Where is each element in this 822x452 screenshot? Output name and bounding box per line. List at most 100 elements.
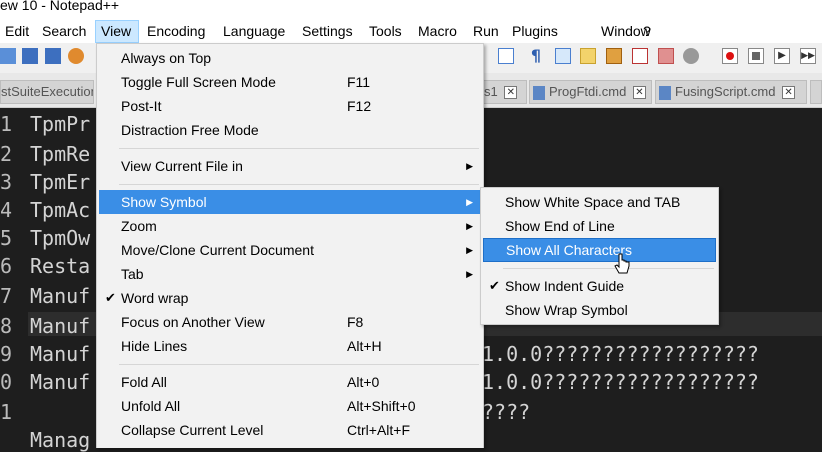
tab-label: stSuiteExecution bbox=[1, 84, 94, 99]
line-number: 7 bbox=[0, 284, 13, 308]
new-file-icon[interactable] bbox=[0, 48, 16, 64]
stop-macro-icon[interactable] bbox=[748, 48, 764, 64]
menu-item-show-indent-guide[interactable]: ✔ Show Indent Guide bbox=[483, 274, 716, 298]
code-line: TpmPr bbox=[30, 112, 91, 136]
close-icon[interactable]: ✕ bbox=[504, 86, 518, 100]
checkmark-icon: ✔ bbox=[489, 278, 500, 293]
menu-item-view-current-file-in[interactable]: View Current File in ▶ bbox=[99, 154, 481, 178]
file-icon bbox=[533, 85, 545, 100]
indent-guide-icon[interactable] bbox=[555, 48, 571, 64]
line-number: 0 bbox=[0, 370, 13, 394]
word-wrap-icon[interactable] bbox=[498, 48, 514, 64]
tab-label: ProgFtdi.cmd bbox=[549, 84, 627, 99]
menu-help[interactable]: ? bbox=[638, 20, 656, 43]
close-icon[interactable]: ✕ bbox=[782, 86, 796, 100]
open-folder-icon[interactable] bbox=[658, 48, 674, 64]
menu-item-label: Word wrap bbox=[121, 290, 189, 306]
tab-overflow[interactable] bbox=[810, 80, 822, 104]
monitoring-icon[interactable] bbox=[683, 48, 699, 64]
code-line-tail: ???? bbox=[482, 400, 531, 424]
menu-search[interactable]: Search bbox=[37, 20, 91, 43]
menu-item-show-symbol[interactable]: Show Symbol ▶ bbox=[99, 190, 481, 214]
menu-item-label: Collapse Current Level bbox=[121, 422, 264, 438]
run-macro-multiple-icon[interactable]: ▶▶ bbox=[800, 48, 816, 64]
menu-item-focus-other-view[interactable]: Focus on Another View F8 bbox=[99, 310, 481, 334]
menu-item-label: Zoom bbox=[121, 218, 157, 234]
menu-separator bbox=[119, 364, 479, 365]
menu-item-label: Hide Lines bbox=[121, 338, 188, 354]
code-line: TpmOw bbox=[30, 226, 91, 250]
tab-test-suite-execution[interactable]: stSuiteExecution bbox=[0, 80, 94, 104]
menu-view[interactable]: View bbox=[95, 20, 139, 43]
doc-map-icon[interactable] bbox=[580, 48, 596, 64]
menu-separator bbox=[119, 184, 479, 185]
menu-item-label: Unfold All bbox=[121, 398, 181, 414]
submenu-arrow-icon: ▶ bbox=[466, 269, 473, 279]
menu-item-always-on-top[interactable]: Always on Top bbox=[99, 46, 481, 70]
menu-item-shortcut: F11 bbox=[347, 74, 371, 90]
title-bar: ew 10 - Notepad++ bbox=[0, 0, 822, 20]
menu-run[interactable]: Run bbox=[468, 20, 504, 43]
folder-workspace-icon[interactable] bbox=[632, 48, 648, 64]
code-line: TpmAc bbox=[30, 198, 91, 222]
close-icon[interactable]: ✕ bbox=[632, 86, 646, 100]
menu-language[interactable]: Language bbox=[218, 20, 290, 43]
record-macro-icon[interactable] bbox=[722, 48, 738, 64]
menu-encoding[interactable]: Encoding bbox=[142, 20, 210, 43]
paragraph-icon[interactable]: ¶ bbox=[528, 48, 544, 64]
menu-item-show-all-characters[interactable]: Show All Characters bbox=[483, 238, 716, 262]
tab-progftdi[interactable]: ProgFtdi.cmd ✕ bbox=[529, 80, 652, 104]
menu-edit[interactable]: Edit bbox=[0, 20, 34, 43]
menu-item-shortcut: Alt+0 bbox=[347, 374, 380, 390]
line-number: 6 bbox=[0, 254, 13, 278]
code-line: TpmRe bbox=[30, 142, 91, 166]
play-macro-icon[interactable]: ▶ bbox=[774, 48, 790, 64]
menu-item-show-wrap-symbol[interactable]: Show Wrap Symbol bbox=[483, 298, 716, 322]
code-line-tail: 1.0.0?????????????????? bbox=[482, 370, 759, 394]
save-all-icon[interactable] bbox=[45, 48, 61, 64]
menu-item-label: Show White Space and TAB bbox=[505, 194, 681, 210]
file-icon bbox=[659, 85, 671, 100]
line-number: 1 bbox=[0, 400, 13, 424]
menu-item-label: Toggle Full Screen Mode bbox=[121, 74, 276, 90]
code-line: Manuf bbox=[30, 342, 91, 366]
menu-item-shortcut: F8 bbox=[347, 314, 364, 330]
menu-item-collapse-current[interactable]: Collapse Current Level Ctrl+Alt+F bbox=[99, 418, 481, 442]
menu-item-show-white-space[interactable]: Show White Space and TAB bbox=[483, 190, 716, 214]
line-number: 2 bbox=[0, 142, 13, 166]
menu-item-unfold-all[interactable]: Unfold All Alt+Shift+0 bbox=[99, 394, 481, 418]
menu-tools[interactable]: Tools bbox=[364, 20, 407, 43]
menu-item-post-it[interactable]: Post-It F12 bbox=[99, 94, 481, 118]
menu-item-label: Distraction Free Mode bbox=[121, 122, 259, 138]
menu-item-shortcut: Alt+Shift+0 bbox=[347, 398, 416, 414]
line-number: 4 bbox=[0, 198, 13, 222]
code-line: Manag bbox=[30, 428, 91, 452]
line-number: 5 bbox=[0, 226, 13, 250]
menu-item-hide-lines[interactable]: Hide Lines Alt+H bbox=[99, 334, 481, 358]
menu-item-zoom[interactable]: Zoom ▶ bbox=[99, 214, 481, 238]
line-number: 3 bbox=[0, 170, 13, 194]
menu-item-tab[interactable]: Tab ▶ bbox=[99, 262, 481, 286]
menu-item-show-end-of-line[interactable]: Show End of Line bbox=[483, 214, 716, 238]
tab-partial[interactable]: s1 ✕ bbox=[483, 80, 527, 104]
submenu-arrow-icon: ▶ bbox=[466, 197, 473, 207]
menu-macro[interactable]: Macro bbox=[413, 20, 462, 43]
menu-item-distraction-free[interactable]: Distraction Free Mode bbox=[99, 118, 481, 142]
menu-item-toggle-full-screen[interactable]: Toggle Full Screen Mode F11 bbox=[99, 70, 481, 94]
code-line: Manuf bbox=[30, 284, 91, 308]
menu-item-label: Show Symbol bbox=[121, 194, 207, 210]
tab-fusing-script[interactable]: FusingScript.cmd ✕ bbox=[655, 80, 807, 104]
menu-plugins[interactable]: Plugins bbox=[507, 20, 563, 43]
save-icon[interactable] bbox=[22, 48, 38, 64]
menu-separator bbox=[503, 268, 714, 269]
menu-item-word-wrap[interactable]: ✔ Word wrap bbox=[99, 286, 481, 310]
submenu-arrow-icon: ▶ bbox=[466, 161, 473, 171]
menu-item-label: Post-It bbox=[121, 98, 162, 114]
function-list-icon[interactable] bbox=[606, 48, 622, 64]
code-line-tail: 1.0.0?????????????????? bbox=[482, 342, 759, 366]
menu-item-fold-all[interactable]: Fold All Alt+0 bbox=[99, 370, 481, 394]
menu-item-move-clone[interactable]: Move/Clone Current Document ▶ bbox=[99, 238, 481, 262]
menu-settings[interactable]: Settings bbox=[297, 20, 358, 43]
submenu-arrow-icon: ▶ bbox=[466, 221, 473, 231]
close-file-icon[interactable] bbox=[68, 48, 84, 64]
